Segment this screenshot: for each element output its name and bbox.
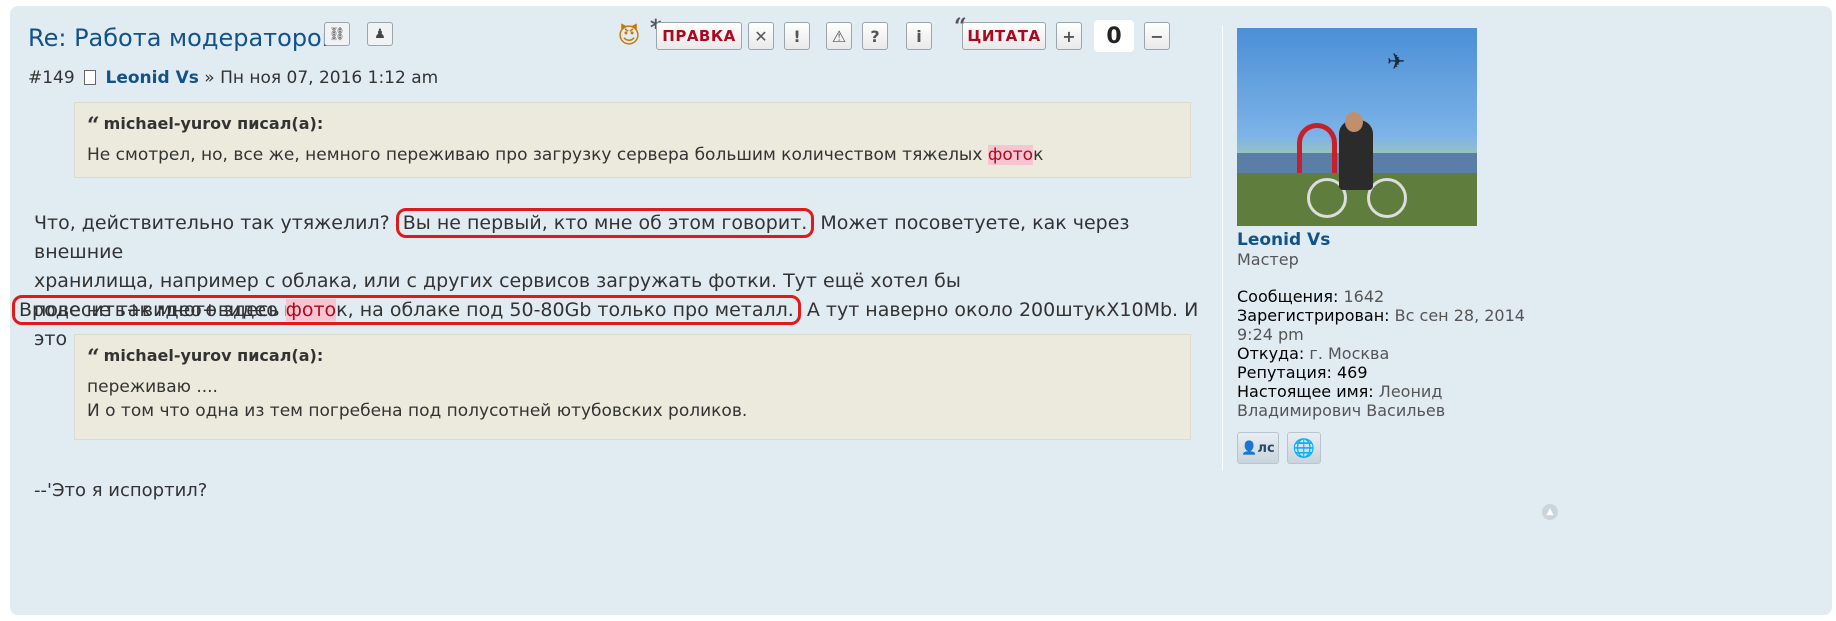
post-title[interactable]: Re: Работа модераторов. — [28, 24, 344, 52]
posts-count[interactable]: 1642 — [1344, 287, 1385, 306]
body-line: Что, действительно так утяжелил? Вы не п… — [34, 208, 1199, 267]
quote-button[interactable]: ЦИТАТА — [962, 22, 1046, 50]
reputation: 469 — [1336, 363, 1368, 382]
annotation-box: Вы не первый, кто мне об этом говорит. — [395, 208, 815, 238]
profile-rank: Мастер — [1237, 250, 1299, 269]
vote-score: 0 — [1094, 20, 1134, 52]
post-date: Пн ноя 07, 2016 1:12 am — [220, 68, 439, 88]
info-icon[interactable]: i — [906, 22, 932, 50]
quote-text: переживаю .... — [87, 377, 218, 397]
highlighted-word: фото — [285, 299, 337, 321]
devil-emoji-icon[interactable]: 😈 — [614, 22, 644, 50]
profile-name[interactable]: Leonid Vs — [1237, 230, 1330, 250]
location: г. Москва — [1309, 344, 1390, 363]
quote-block: “michael-yurov писал(а): Не смотрел, но,… — [74, 102, 1191, 178]
warn-icon[interactable]: ! — [784, 22, 810, 50]
quote-icon: “ — [87, 113, 100, 139]
delete-icon[interactable]: ✕ — [748, 22, 774, 50]
annotation-box: Вроде не так много здесь фоток, на облак… — [12, 295, 801, 325]
profile-details: Сообщения: 1642 Зарегистрирован: Вс сен … — [1237, 287, 1525, 420]
post-number[interactable]: #149 — [28, 68, 75, 88]
body-line: Вроде не так много здесь фоток, на облак… — [12, 295, 1202, 325]
quote-cite: “michael-yurov писал(а): — [87, 113, 324, 139]
report-icon[interactable]: ⚠ — [826, 22, 852, 50]
edit-button[interactable]: ПРАВКА — [656, 22, 742, 50]
post-meta: #149 Leonid Vs » Пн ноя 07, 2016 1:12 am — [28, 68, 438, 88]
vote-up-button[interactable]: + — [1056, 22, 1082, 50]
post-container: Re: Работа модераторов. ⛓ ♟ 😈 * ПРАВКА ✕… — [10, 6, 1832, 615]
quote-block: “michael-yurov писал(а): переживаю .... … — [74, 334, 1191, 440]
quote-text: Не смотрел, но, все же, немного пережива… — [87, 145, 1044, 165]
globe-icon[interactable]: 🌐 — [1287, 432, 1321, 464]
quote-text: И о том что одна из тем погребена под по… — [87, 401, 748, 421]
quote-cite: “michael-yurov писал(а): — [87, 345, 324, 371]
user-icon: 👤 — [1241, 440, 1258, 456]
post-author[interactable]: Leonid Vs — [106, 68, 199, 88]
highlighted-word: фото — [987, 145, 1034, 165]
pm-button[interactable]: 👤 лс — [1237, 432, 1279, 464]
profile-divider — [1222, 26, 1223, 470]
vote-down-button[interactable]: − — [1144, 22, 1170, 50]
plane-icon: ✈ — [1387, 50, 1406, 75]
file-icon — [84, 70, 97, 85]
quote-icon: “ — [87, 345, 100, 371]
meta-separator: » — [204, 68, 215, 88]
back-to-top-icon[interactable]: ▲ — [1542, 504, 1558, 520]
link-icon[interactable]: ⛓ — [324, 22, 350, 46]
question-icon[interactable]: ? — [862, 22, 888, 50]
post-body: Что, действительно так утяжелил? Вы не п… — [34, 208, 1199, 354]
user-icon[interactable]: ♟ — [367, 22, 393, 46]
signature: --'Это я испортил? — [34, 480, 208, 501]
avatar[interactable]: ✈ — [1237, 28, 1477, 226]
